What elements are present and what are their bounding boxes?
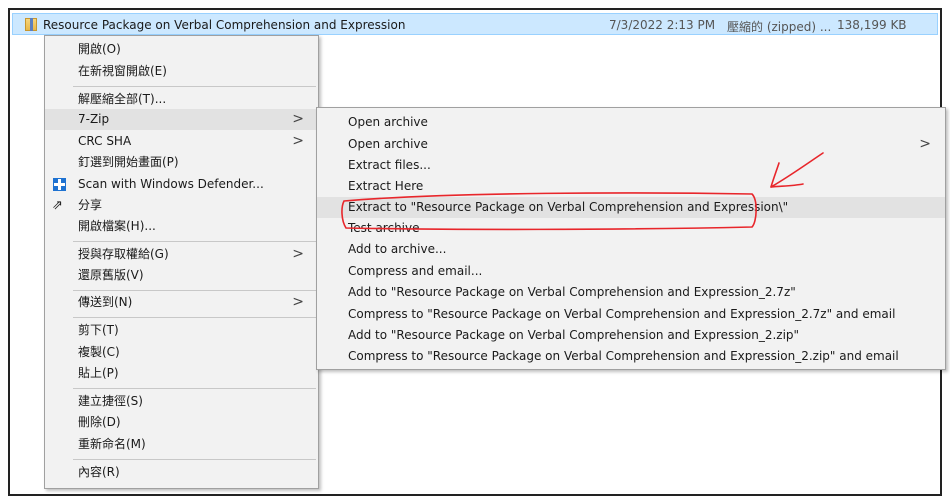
- submenu-item-label: Extract Here: [348, 179, 424, 193]
- menu-item-label: 釘選到開始畫面(P): [78, 155, 179, 169]
- menu-item-label: 內容(R): [78, 465, 120, 479]
- chevron-right-icon: >: [292, 111, 304, 127]
- menu-item-grant-access[interactable]: 授與存取權給(G) >: [45, 244, 318, 265]
- submenu-item-label: Compress to "Resource Package on Verbal …: [348, 307, 896, 321]
- menu-item-pin-start[interactable]: 釘選到開始畫面(P): [45, 152, 318, 173]
- menu-item-label: 複製(C): [78, 345, 120, 359]
- file-size: 138,199 KB: [837, 18, 907, 32]
- submenu-item-extract-to-folder[interactable]: Extract to "Resource Package on Verbal C…: [317, 197, 945, 218]
- menu-item-extract-all[interactable]: 解壓縮全部(T)...: [45, 89, 318, 110]
- submenu-item-label: Open archive: [348, 115, 428, 129]
- submenu-item-label: Extract to "Resource Package on Verbal C…: [348, 200, 789, 214]
- submenu-item-label: Add to archive...: [348, 242, 447, 256]
- menu-item-share[interactable]: ⇗ 分享: [45, 195, 318, 216]
- menu-item-crc-sha[interactable]: CRC SHA >: [45, 131, 318, 152]
- menu-item-copy[interactable]: 複製(C): [45, 342, 318, 363]
- menu-separator: [73, 459, 316, 460]
- submenu-item-add-7z[interactable]: Add to "Resource Package on Verbal Compr…: [317, 282, 945, 303]
- windows-defender-icon: [53, 178, 66, 191]
- menu-item-open[interactable]: 開啟(O): [45, 39, 318, 60]
- menu-separator: [73, 86, 316, 87]
- menu-item-label: 開啟(O): [78, 42, 121, 56]
- submenu-item-compress-zip-email[interactable]: Compress to "Resource Package on Verbal …: [317, 346, 945, 367]
- submenu-item-extract-files[interactable]: Extract files...: [317, 155, 945, 176]
- menu-item-rename[interactable]: 重新命名(M): [45, 434, 318, 455]
- chevron-right-icon: >: [292, 133, 304, 149]
- context-menu: 開啟(O) 在新視窗開啟(E) 解壓縮全部(T)... 7-Zip > CRC S…: [44, 35, 319, 489]
- file-row-selected[interactable]: Resource Package on Verbal Comprehension…: [12, 13, 938, 35]
- submenu-item-test-archive[interactable]: Test archive: [317, 218, 945, 239]
- zip-folder-icon: [25, 18, 37, 31]
- menu-item-scan-defender[interactable]: Scan with Windows Defender...: [45, 174, 318, 195]
- file-type: 壓縮的 (zipped) ...: [727, 20, 832, 34]
- submenu-item-label: Compress to "Resource Package on Verbal …: [348, 349, 899, 363]
- submenu-item-label: Compress and email...: [348, 264, 483, 278]
- menu-item-label: 在新視窗開啟(E): [78, 64, 167, 78]
- share-icon: ⇗: [52, 198, 63, 213]
- menu-item-open-file[interactable]: 開啟檔案(H)...: [45, 216, 318, 237]
- submenu-item-add-to-archive[interactable]: Add to archive...: [317, 239, 945, 260]
- menu-item-properties[interactable]: 內容(R): [45, 462, 318, 483]
- menu-item-label: 還原舊版(V): [78, 268, 144, 282]
- submenu-item-compress-7z-email[interactable]: Compress to "Resource Package on Verbal …: [317, 304, 945, 325]
- menu-item-7zip[interactable]: 7-Zip >: [45, 109, 318, 130]
- submenu-item-compress-email[interactable]: Compress and email...: [317, 261, 945, 282]
- menu-item-paste[interactable]: 貼上(P): [45, 363, 318, 384]
- menu-item-label: 刪除(D): [78, 415, 121, 429]
- menu-separator: [73, 290, 316, 291]
- menu-separator: [73, 241, 316, 242]
- menu-separator: [73, 388, 316, 389]
- menu-item-cut[interactable]: 剪下(T): [45, 320, 318, 341]
- submenu-item-label: Add to "Resource Package on Verbal Compr…: [348, 328, 800, 342]
- submenu-item-label: Test archive: [348, 221, 420, 235]
- submenu-item-open-archive-more[interactable]: Open archive >: [317, 134, 945, 155]
- file-date: 7/3/2022 2:13 PM: [609, 18, 716, 32]
- chevron-right-icon: >: [919, 136, 931, 152]
- menu-separator: [73, 317, 316, 318]
- file-name: Resource Package on Verbal Comprehension…: [43, 18, 406, 32]
- submenu-item-label: Open archive: [348, 137, 428, 151]
- submenu-item-label: Extract files...: [348, 158, 431, 172]
- menu-item-create-shortcut[interactable]: 建立捷徑(S): [45, 391, 318, 412]
- menu-item-send-to[interactable]: 傳送到(N) >: [45, 292, 318, 313]
- menu-item-open-new-window[interactable]: 在新視窗開啟(E): [45, 61, 318, 82]
- menu-item-label: CRC SHA: [78, 134, 132, 148]
- menu-item-label: 建立捷徑(S): [78, 394, 143, 408]
- chevron-right-icon: >: [292, 246, 304, 262]
- menu-item-label: 開啟檔案(H)...: [78, 219, 156, 233]
- submenu-item-open-archive[interactable]: Open archive: [317, 112, 945, 133]
- menu-item-label: 解壓縮全部(T)...: [78, 92, 167, 106]
- submenu-item-label: Add to "Resource Package on Verbal Compr…: [348, 285, 796, 299]
- submenu-item-extract-here[interactable]: Extract Here: [317, 176, 945, 197]
- chevron-right-icon: >: [292, 294, 304, 310]
- menu-item-label: 剪下(T): [78, 323, 119, 337]
- menu-item-label: 分享: [78, 198, 103, 212]
- menu-item-label: Scan with Windows Defender...: [78, 177, 264, 191]
- menu-item-label: 傳送到(N): [78, 295, 133, 309]
- menu-item-label: 貼上(P): [78, 366, 119, 380]
- menu-item-label: 7-Zip: [78, 112, 110, 126]
- menu-item-label: 重新命名(M): [78, 437, 146, 451]
- menu-item-delete[interactable]: 刪除(D): [45, 412, 318, 433]
- submenu-item-add-zip[interactable]: Add to "Resource Package on Verbal Compr…: [317, 325, 945, 346]
- menu-item-label: 授與存取權給(G): [78, 247, 169, 261]
- submenu-7zip: Open archive Open archive > Extract files…: [316, 107, 946, 370]
- menu-item-restore-versions[interactable]: 還原舊版(V): [45, 265, 318, 286]
